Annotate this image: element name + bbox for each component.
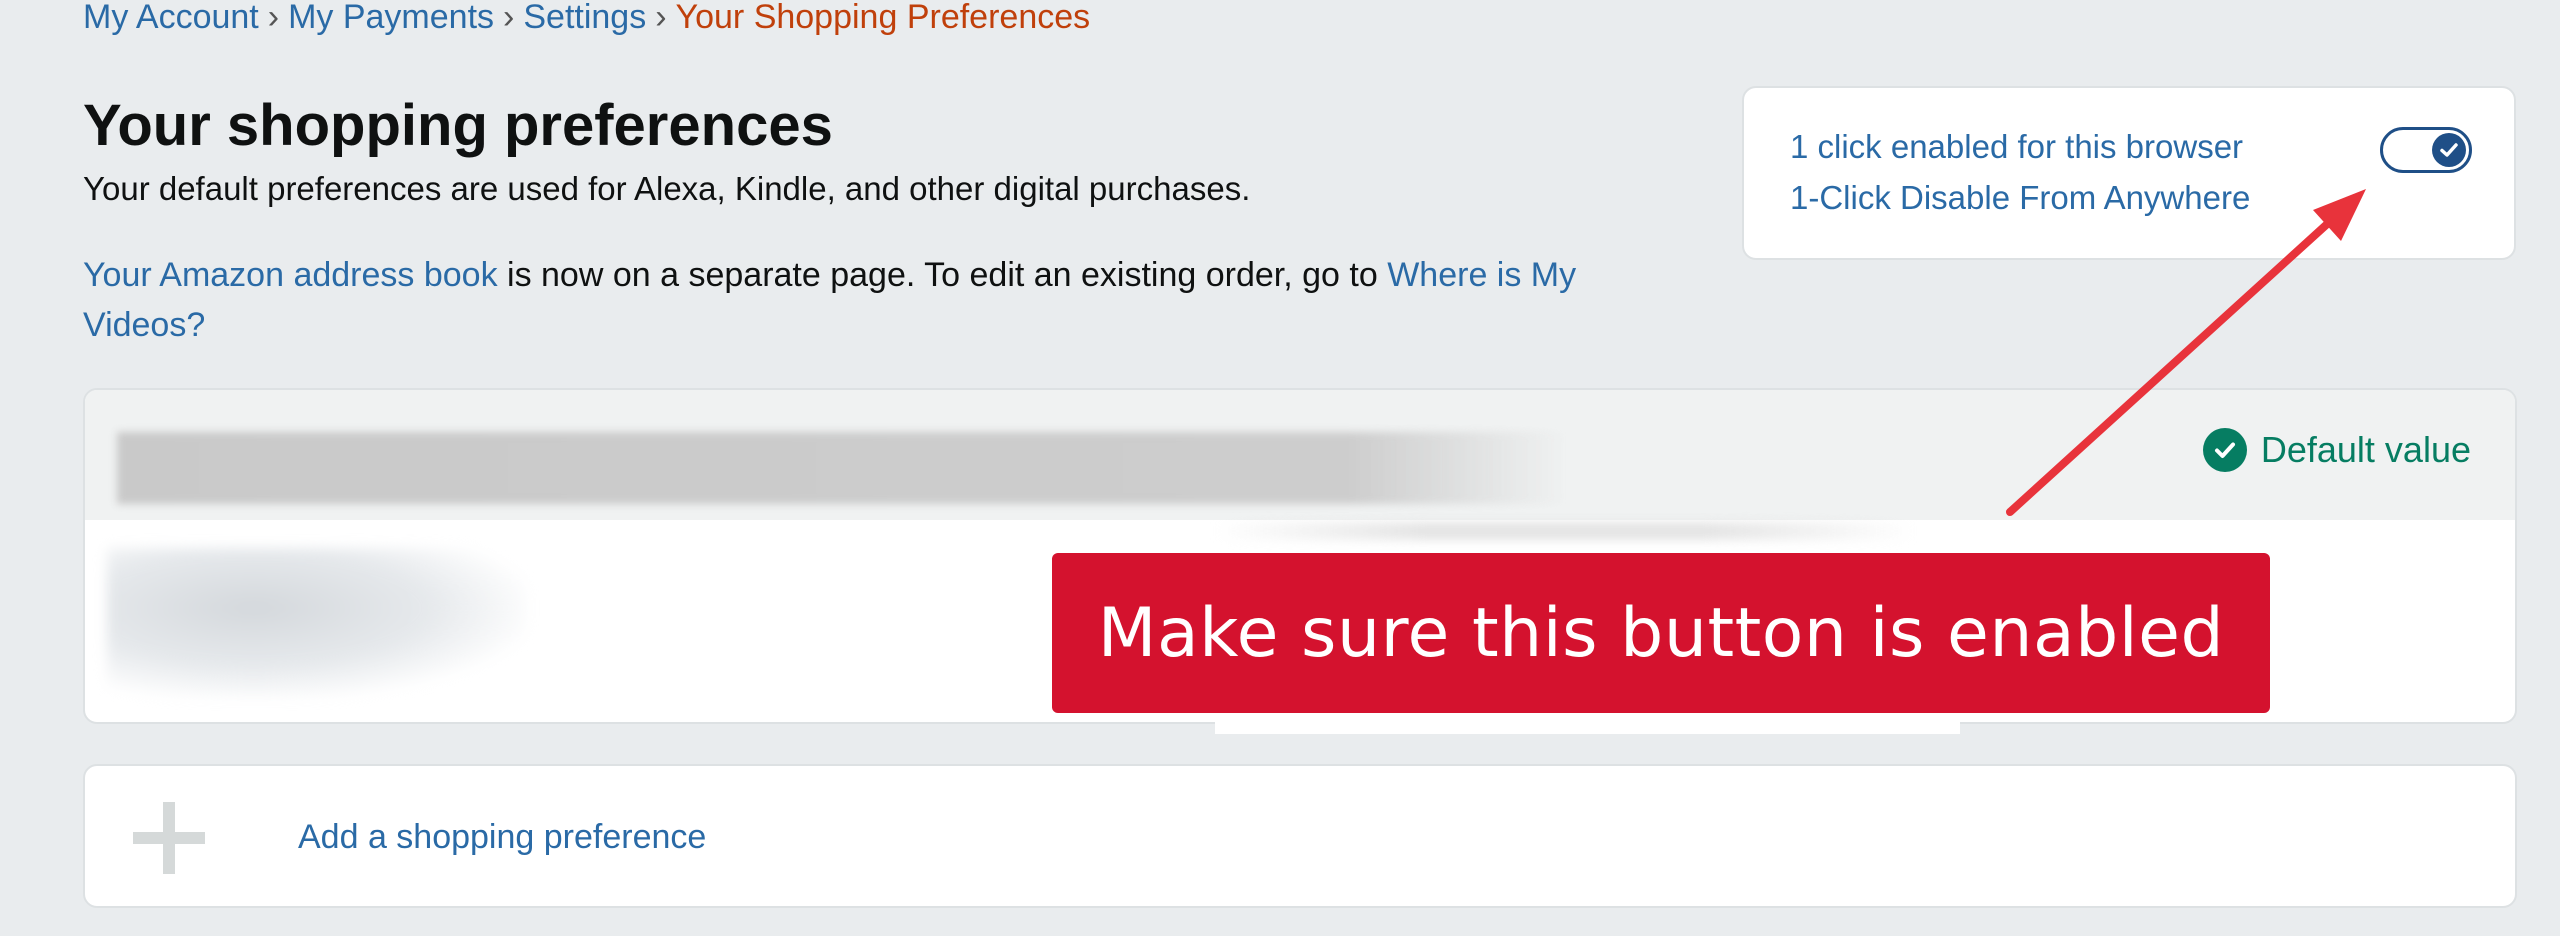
breadcrumb: My Account › My Payments › Settings › Your Sho… xyxy=(83,0,1090,37)
check-circle-icon xyxy=(2202,428,2247,472)
one-click-status-link[interactable]: 1 click enabled for this browser xyxy=(1790,128,2243,166)
page-title: Your shopping preferences xyxy=(83,93,833,158)
notice-text: is now on a separate page. To edit an ex… xyxy=(497,256,1388,294)
page-subtitle: Your default preferences are used for Al… xyxy=(83,170,1251,207)
breadcrumb-separator: › xyxy=(655,0,667,36)
address-book-link[interactable]: Your Amazon address book xyxy=(83,256,498,294)
redacted-payment-method xyxy=(107,548,527,698)
card-bottom-overlay xyxy=(1215,720,1960,734)
breadcrumb-settings[interactable]: Settings xyxy=(523,0,646,36)
one-click-toggle[interactable] xyxy=(2380,127,2472,173)
instruction-callout: Make sure this button is enabled xyxy=(1052,553,2270,713)
breadcrumb-my-payments[interactable]: My Payments xyxy=(288,0,494,36)
one-click-disable-link[interactable]: 1-Click Disable From Anywhere xyxy=(1790,179,2250,217)
redacted-strip xyxy=(1215,522,1915,540)
preference-card-header: Default value xyxy=(85,390,2515,520)
breadcrumb-current: Your Shopping Preferences xyxy=(675,0,1091,36)
default-value-badge: Default value xyxy=(2202,428,2471,472)
one-click-card: 1 click enabled for this browser 1-Click… xyxy=(1742,86,2516,260)
check-icon xyxy=(2440,143,2458,157)
breadcrumb-separator: › xyxy=(503,0,515,36)
default-value-label: Default value xyxy=(2260,429,2471,470)
breadcrumb-my-account[interactable]: My Account xyxy=(83,0,259,36)
address-book-notice: Your Amazon address book is now on a sep… xyxy=(83,250,1683,350)
breadcrumb-separator: › xyxy=(267,0,280,36)
redacted-preference-name xyxy=(117,432,1567,504)
check-mark xyxy=(2214,442,2235,458)
add-shopping-preference-link[interactable]: Add a shopping preference xyxy=(298,818,706,857)
plus-icon xyxy=(133,802,205,874)
add-preference-card[interactable]: Add a shopping preference xyxy=(83,764,2517,908)
toggle-knob xyxy=(2432,133,2466,167)
